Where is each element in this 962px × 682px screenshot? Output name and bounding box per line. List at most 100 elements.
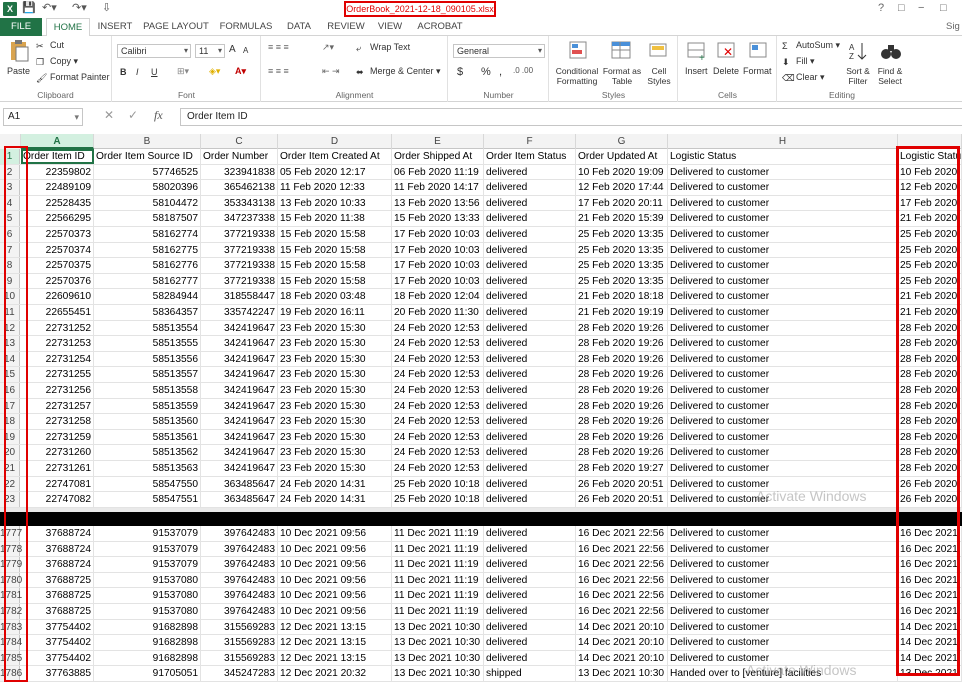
table-cell[interactable]: 24 Feb 2020 12:53: [392, 351, 484, 367]
align-left-icon[interactable]: ≡ ≡ ≡: [268, 66, 289, 76]
tab-review[interactable]: REVIEW: [324, 18, 368, 36]
table-cell[interactable]: 365462138: [201, 180, 278, 195]
table-cell[interactable]: shipped: [484, 666, 576, 681]
table-cell[interactable]: delivered: [484, 211, 576, 226]
table-cell[interactable]: 91682898: [94, 619, 201, 635]
table-cell[interactable]: 25 Feb 2020 13:35: [576, 242, 668, 258]
table-cell[interactable]: 14 Dec 2021: [898, 650, 962, 666]
row-number[interactable]: 9: [0, 273, 20, 289]
table-cell[interactable]: 397642483: [201, 541, 278, 557]
table-cell[interactable]: delivered: [484, 526, 576, 541]
row-number[interactable]: 21: [0, 461, 20, 476]
table-cell[interactable]: 58513559: [94, 398, 201, 414]
table-cell[interactable]: 22731260: [21, 445, 94, 460]
table-cell[interactable]: 25 Feb 2020: [898, 227, 962, 242]
table-cell[interactable]: delivered: [484, 635, 576, 650]
table-cell[interactable]: 24 Feb 2020 12:53: [392, 461, 484, 476]
table-cell[interactable]: 05 Feb 2020 12:17: [278, 164, 392, 180]
tab-formulas[interactable]: FORMULAS: [216, 18, 276, 36]
table-cell[interactable]: 377219338: [201, 273, 278, 289]
table-cell[interactable]: 342419647: [201, 398, 278, 414]
row-number[interactable]: 11: [0, 305, 20, 320]
table-cell[interactable]: 22570376: [21, 273, 94, 289]
table-cell[interactable]: 91537079: [94, 541, 201, 557]
table-cell[interactable]: 342419647: [201, 351, 278, 367]
table-cell[interactable]: 11 Feb 2020 12:33: [278, 180, 392, 195]
table-cell[interactable]: 24 Feb 2020 12:53: [392, 429, 484, 445]
table-cell[interactable]: 12 Dec 2021 13:15: [278, 650, 392, 666]
indent-icon[interactable]: ⇤ ⇥: [322, 66, 340, 77]
table-cell[interactable]: delivered: [484, 383, 576, 398]
row-number[interactable]: 7: [0, 242, 20, 258]
insert-function-icon[interactable]: fx: [154, 108, 163, 123]
table-cell[interactable]: delivered: [484, 258, 576, 273]
row-number[interactable]: 13: [0, 336, 20, 351]
table-cell[interactable]: Delivered to customer: [668, 383, 898, 398]
row-number[interactable]: 1782: [0, 604, 22, 619]
table-cell[interactable]: 11 Feb 2020 14:17: [392, 180, 484, 195]
bold-button[interactable]: B: [120, 67, 127, 77]
table-cell[interactable]: 10 Dec 2021 09:56: [278, 541, 392, 557]
table-cell[interactable]: 335742247: [201, 305, 278, 320]
table-cell[interactable]: 28 Feb 2020: [898, 383, 962, 398]
table-cell[interactable]: 397642483: [201, 557, 278, 572]
row-number[interactable]: 15: [0, 367, 20, 382]
decimal-icon[interactable]: .0 .00: [513, 66, 533, 75]
table-cell[interactable]: 397642483: [201, 526, 278, 541]
table-cell[interactable]: Delivered to customer: [668, 588, 898, 603]
table-cell[interactable]: 12 Feb 2020: [898, 180, 962, 195]
table-cell[interactable]: 15 Feb 2020 13:33: [392, 211, 484, 226]
sign-in-link[interactable]: Sig: [946, 21, 960, 32]
orientation-icon[interactable]: ↗▾: [322, 42, 334, 53]
table-cell[interactable]: 397642483: [201, 572, 278, 588]
header-cell[interactable]: Order Item Source ID: [94, 149, 201, 164]
table-cell[interactable]: 21 Feb 2020: [898, 211, 962, 226]
table-cell[interactable]: 347237338: [201, 211, 278, 226]
table-cell[interactable]: 25 Feb 2020 13:35: [576, 258, 668, 273]
font-color-icon[interactable]: A▾: [235, 66, 246, 77]
table-cell[interactable]: 21 Feb 2020: [898, 305, 962, 320]
table-cell[interactable]: 11 Dec 2021 11:19: [392, 588, 484, 603]
table-cell[interactable]: 58020396: [94, 180, 201, 195]
header-cell[interactable]: Order Number: [201, 149, 278, 164]
table-cell[interactable]: 342419647: [201, 383, 278, 398]
table-cell[interactable]: Delivered to customer: [668, 336, 898, 351]
find-select-button[interactable]: Find & Select: [874, 66, 906, 86]
table-cell[interactable]: Delivered to customer: [668, 227, 898, 242]
format-painter-button[interactable]: 🖌 Format Painter: [36, 72, 110, 83]
table-cell[interactable]: 26 Feb 2020 20:51: [576, 492, 668, 507]
table-cell[interactable]: Delivered to customer: [668, 305, 898, 320]
font-size-select[interactable]: 11: [195, 44, 225, 58]
table-cell[interactable]: 17 Feb 2020 10:03: [392, 258, 484, 273]
table-cell[interactable]: 25 Feb 2020 10:18: [392, 476, 484, 492]
table-cell[interactable]: 22731252: [21, 320, 94, 336]
tab-insert[interactable]: INSERT: [94, 18, 136, 36]
table-cell[interactable]: delivered: [484, 242, 576, 258]
table-cell[interactable]: 12 Dec 2021 13:15: [278, 635, 392, 650]
table-cell[interactable]: delivered: [484, 429, 576, 445]
table-cell[interactable]: delivered: [484, 461, 576, 476]
table-cell[interactable]: 11 Dec 2021 11:19: [392, 572, 484, 588]
table-cell[interactable]: 58547550: [94, 476, 201, 492]
table-cell[interactable]: 28 Feb 2020 19:26: [576, 336, 668, 351]
table-cell[interactable]: 24 Feb 2020 12:53: [392, 336, 484, 351]
table-cell[interactable]: Delivered to customer: [668, 526, 898, 541]
table-cell[interactable]: 17 Feb 2020 20:11: [576, 195, 668, 211]
autosum-button[interactable]: Σ AutoSum ▾: [782, 40, 840, 51]
table-cell[interactable]: delivered: [484, 557, 576, 572]
table-cell[interactable]: 342419647: [201, 414, 278, 429]
table-cell[interactable]: 22528435: [21, 195, 94, 211]
table-cell[interactable]: Delivered to customer: [668, 557, 898, 572]
table-cell[interactable]: 318558447: [201, 289, 278, 304]
clear-button[interactable]: ⌫Clear ▾: [782, 72, 825, 83]
cell-a1[interactable]: Order Item ID: [21, 149, 94, 164]
row-number[interactable]: 1778: [0, 541, 22, 557]
minimize-button[interactable]: −: [918, 2, 924, 14]
table-cell[interactable]: 23 Feb 2020 15:30: [278, 414, 392, 429]
table-cell[interactable]: 91537080: [94, 572, 201, 588]
table-cell[interactable]: 25 Feb 2020: [898, 273, 962, 289]
table-cell[interactable]: Delivered to customer: [668, 180, 898, 195]
column-header-f[interactable]: F: [484, 134, 576, 149]
table-cell[interactable]: 58513556: [94, 351, 201, 367]
currency-button[interactable]: $: [457, 66, 463, 78]
